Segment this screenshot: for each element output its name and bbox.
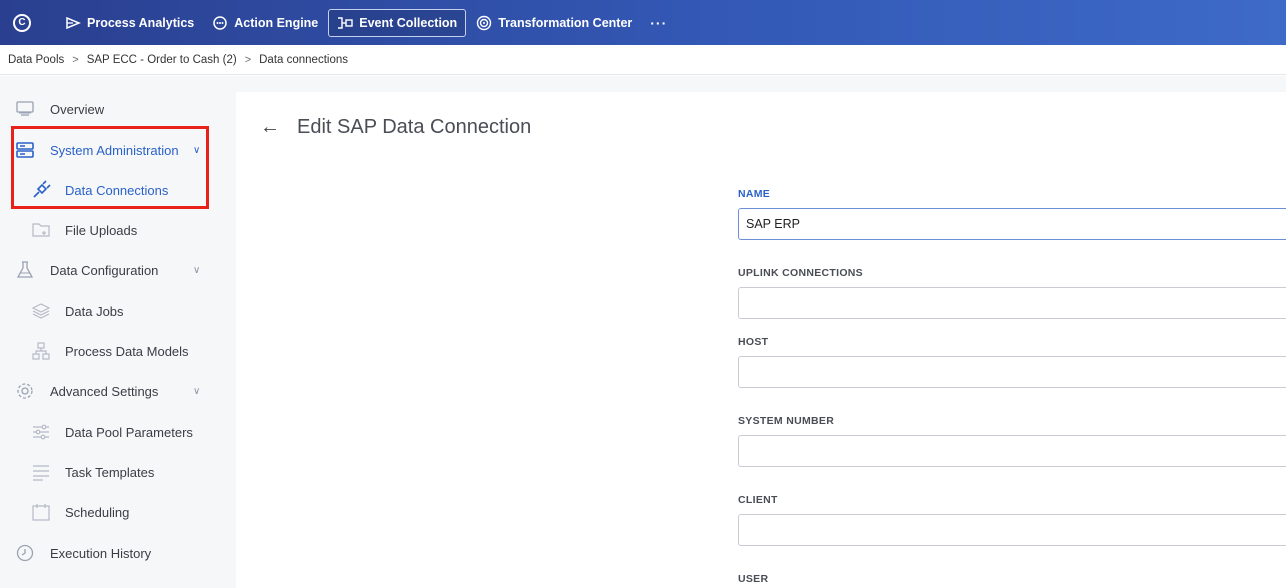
sidebar-item-data-configuration[interactable]: Data Configuration ∨: [0, 250, 222, 290]
hierarchy-icon: [30, 340, 52, 362]
gear-icon: [14, 380, 36, 402]
breadcrumb-data-pools[interactable]: Data Pools: [8, 54, 64, 66]
sidebar-item-data-connections[interactable]: Data Connections: [0, 170, 222, 210]
event-collection-icon: [338, 16, 353, 29]
transformation-center-icon: [477, 15, 492, 30]
sidebar-item-scheduling[interactable]: Scheduling: [0, 492, 222, 532]
chevron-down-icon[interactable]: ∨: [193, 265, 200, 276]
calendar-icon: [30, 501, 52, 523]
action-engine-icon: [213, 15, 227, 30]
plug-icon: [30, 179, 52, 201]
sidebar-item-advanced-settings[interactable]: Advanced Settings ∨: [0, 371, 222, 411]
breadcrumb-separator: >: [244, 53, 252, 66]
nav-action-engine[interactable]: Action Engine: [204, 9, 326, 37]
sidebar-item-data-pool-parameters[interactable]: Data Pool Parameters: [0, 412, 222, 452]
page-title: Edit SAP Data Connection: [297, 116, 532, 138]
nav-transformation-center[interactable]: Transformation Center: [468, 9, 640, 37]
main-nav: Process Analytics Action Engine Event Co…: [57, 8, 667, 37]
sidebar-item-execution-history[interactable]: Execution History: [0, 533, 222, 573]
sidebar-item-data-jobs[interactable]: Data Jobs: [0, 291, 222, 331]
nav-process-analytics[interactable]: Process Analytics: [57, 9, 202, 37]
nav-event-collection[interactable]: Event Collection: [328, 8, 467, 37]
nav-label: Process Analytics: [87, 15, 195, 30]
uplink-connections-label: UPLINK CONNECTIONS: [738, 267, 863, 279]
monitor-icon: [14, 98, 36, 120]
client-input[interactable]: [738, 514, 1286, 546]
chevron-down-icon[interactable]: ∨: [193, 386, 200, 397]
sidebar-item-label: Data Jobs: [65, 303, 124, 319]
clock-icon: [14, 542, 36, 564]
breadcrumb: Data Pools > SAP ECC - Order to Cash (2)…: [0, 45, 1286, 75]
flask-icon: [14, 259, 36, 281]
main-content: ← Edit SAP Data Connection NAME UPLINK C…: [222, 76, 1286, 588]
breadcrumb-data-pool[interactable]: SAP ECC - Order to Cash (2): [87, 54, 237, 66]
sidebar-item-system-administration[interactable]: System Administration ∨: [0, 130, 222, 170]
sidebar-item-label: Scheduling: [65, 504, 130, 520]
name-label: NAME: [738, 188, 771, 200]
sidebar-item-label: Process Data Models: [65, 343, 189, 359]
back-arrow-icon[interactable]: ←: [260, 116, 280, 139]
uplink-connections-input[interactable]: [738, 287, 1286, 319]
sidebar-item-label: Data Configuration: [50, 262, 159, 278]
sidebar-item-label: Advanced Settings: [50, 383, 159, 399]
user-label: USER: [738, 573, 769, 585]
edit-connection-card: ← Edit SAP Data Connection NAME UPLINK C…: [236, 92, 1286, 588]
breadcrumb-data-connections[interactable]: Data connections: [259, 54, 348, 66]
system-number-input[interactable]: [738, 435, 1286, 467]
system-number-label: SYSTEM NUMBER: [738, 415, 835, 427]
sidebar-item-process-data-models[interactable]: Process Data Models: [0, 331, 222, 371]
sidebar-item-label: Task Templates: [65, 464, 155, 480]
layers-icon: [30, 300, 52, 322]
sidebar-item-label: Overview: [50, 101, 105, 117]
nav-label: Transformation Center: [498, 15, 633, 30]
sidebar-item-label: Data Connections: [65, 182, 169, 198]
list-icon: [30, 461, 52, 483]
nav-label: Event Collection: [359, 15, 458, 30]
server-icon: [14, 139, 36, 161]
sidebar-item-overview[interactable]: Overview: [0, 89, 222, 129]
host-input[interactable]: [738, 356, 1286, 388]
breadcrumb-separator: >: [72, 53, 79, 66]
sidebar: Overview System Administration ∨ Data Co…: [0, 76, 222, 588]
chevron-down-icon[interactable]: ∨: [193, 145, 200, 156]
top-navigation-bar: C Process Analytics Action Engine Event …: [0, 0, 1286, 45]
sidebar-item-label: Execution History: [50, 545, 152, 561]
sidebar-item-task-templates[interactable]: Task Templates: [0, 452, 222, 492]
sidebar-item-label: File Uploads: [65, 222, 138, 238]
celonis-logo[interactable]: C: [13, 13, 31, 32]
process-analytics-icon: [66, 16, 81, 29]
nav-label: Action Engine: [234, 15, 319, 30]
logo-letter: C: [18, 17, 26, 28]
sidebar-item-label: Data Pool Parameters: [65, 424, 193, 440]
folder-icon: [30, 219, 52, 241]
sliders-icon: [30, 421, 52, 443]
sidebar-item-label: System Administration: [50, 142, 179, 158]
name-input[interactable]: [738, 208, 1286, 240]
host-label: HOST: [738, 336, 769, 348]
more-menu-button[interactable]: ···: [650, 15, 667, 31]
client-label: CLIENT: [738, 494, 778, 506]
sidebar-item-file-uploads[interactable]: File Uploads: [0, 210, 222, 250]
